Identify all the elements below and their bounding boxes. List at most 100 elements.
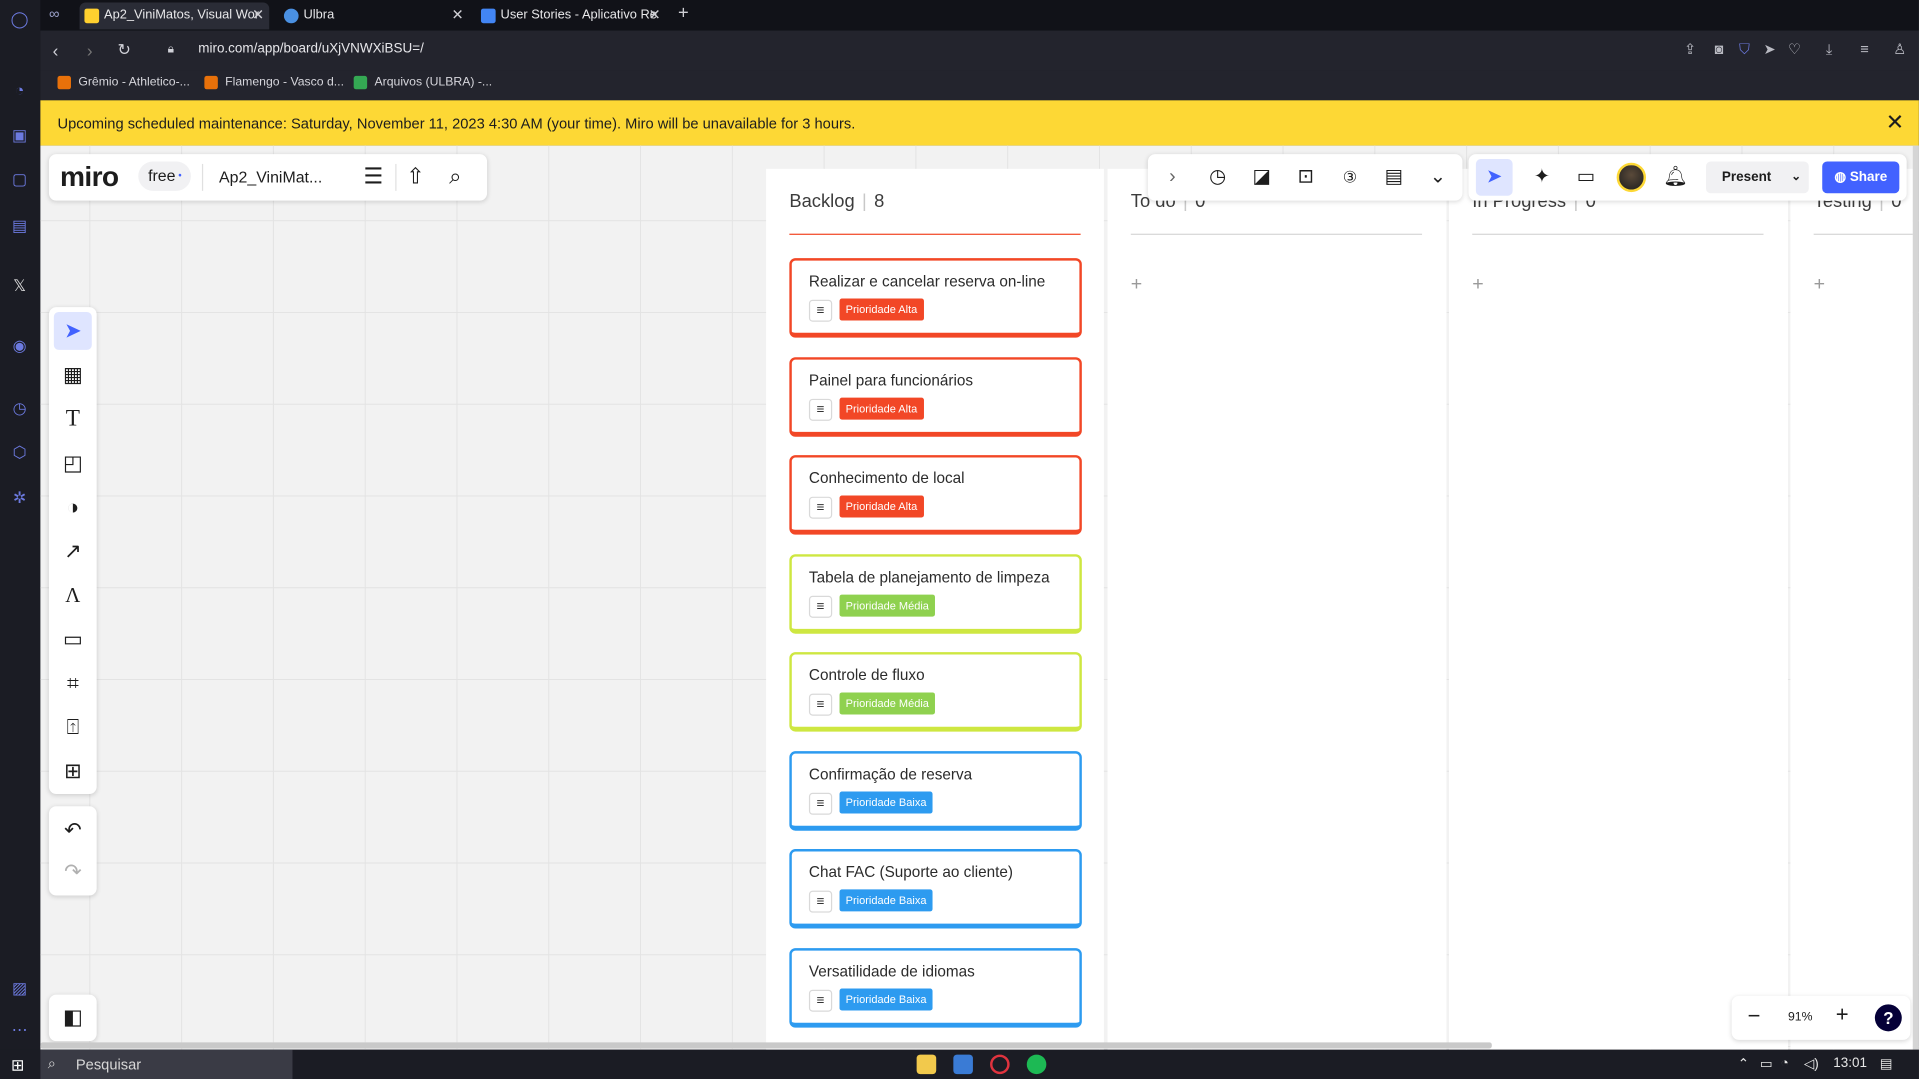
cards-icon[interactable]: ◪ [1248,164,1275,191]
sticky-note-icon[interactable]: ◰ [54,444,92,482]
notification-center-icon[interactable]: ▤ [1880,1056,1893,1072]
close-tab-icon[interactable]: ✕ [649,2,661,28]
heart-icon[interactable]: ♡ [1788,40,1801,57]
gallery-icon[interactable]: ▨ [10,979,30,999]
notifications-icon[interactable]: 🔔︎ [1662,164,1689,191]
settings-icon[interactable]: ✲ [10,488,30,508]
comment-icon[interactable]: ▭ [54,620,92,658]
twitch-icon[interactable]: ▢ [10,170,30,190]
tab-user-stories[interactable]: User Stories - Aplicativo Re ✕ [476,2,666,29]
new-tab-button[interactable]: + [678,2,689,23]
bookmark-item[interactable]: Flamengo - Vasco d... [204,75,344,92]
chevron-down-icon[interactable]: ⌄ [1791,161,1801,193]
profile-icon[interactable]: ♙ [1893,40,1906,57]
close-banner-icon[interactable]: ✕ [1886,110,1904,136]
priority-tag[interactable]: Prioridade Alta [839,495,924,518]
select-tool-icon[interactable]: ➤ [53,311,92,350]
more-apps-icon[interactable]: ⊞ [54,752,92,790]
undo-icon[interactable]: ↶ [54,811,92,849]
horizontal-scrollbar[interactable] [40,1042,1492,1049]
board-name[interactable]: Ap2_ViniMat... [219,168,322,186]
expand-icon[interactable]: › [1159,164,1186,191]
more-icon[interactable]: ⋯ [10,1020,30,1040]
export-icon[interactable]: ⇧ [406,164,424,190]
tab-menu-icon[interactable]: ∞ [49,5,59,22]
description-icon[interactable]: ≡ [808,693,833,716]
miro-logo[interactable]: miro [60,160,119,193]
player-icon[interactable]: ▤ [10,217,30,237]
redo-icon[interactable]: ↷ [54,853,92,891]
extensions-icon[interactable]: ⬡ [10,443,30,463]
close-tab-icon[interactable]: ✕ [252,2,264,28]
pen-icon[interactable]: Λ [54,576,92,614]
zoom-in-icon[interactable]: + [1836,1002,1849,1028]
chat-icon[interactable]: ▭ [1573,164,1600,191]
frames-list-icon[interactable]: ◧ [54,998,92,1036]
shield-icon[interactable]: ⛉ [1739,40,1750,58]
card[interactable]: Versatilidade de idiomas ≡ Prioridade Ba… [789,948,1082,1028]
add-card-button[interactable]: + [1131,274,1142,296]
bookmark-item[interactable]: Arquivos (ULBRA) -... [353,75,492,92]
close-tab-icon[interactable]: ✕ [452,2,464,28]
download-icon[interactable]: ⤓ [1826,40,1833,58]
taskbar-search[interactable]: ⌕ Pesquisar [40,1049,293,1079]
priority-tag[interactable]: Prioridade Baixa [839,889,933,912]
share-button[interactable]: ◍ Share [1822,161,1900,194]
x-icon[interactable]: 𝕏 [10,276,30,296]
description-icon[interactable]: ≡ [808,890,833,913]
priority-tag[interactable]: Prioridade Baixa [839,988,933,1011]
priority-tag[interactable]: Prioridade Média [839,692,936,715]
zoom-level[interactable]: 91% [1788,1011,1812,1024]
menu-icon[interactable]: ≡ [1860,40,1869,57]
description-icon[interactable]: ≡ [808,398,833,421]
card[interactable]: Conhecimento de local ≡ Prioridade Alta [789,455,1082,535]
description-icon[interactable]: ≡ [808,496,833,519]
frame-icon[interactable]: ⌗ [54,664,92,702]
card[interactable]: Chat FAC (Suporte ao cliente) ≡ Priorida… [789,849,1082,929]
card[interactable]: Tabela de planejamento de limpeza ≡ Prio… [789,554,1082,634]
cursor-icon[interactable]: ➤ [1475,159,1513,196]
url-field[interactable]: miro.com/app/board/uXjVNWXiBSU=/ [198,42,424,57]
file-explorer-icon[interactable] [916,1054,937,1075]
send-icon[interactable]: ➤ [1763,40,1775,57]
volume-icon[interactable]: ◁) [1804,1056,1819,1072]
notes-icon[interactable]: ▤ [1380,164,1407,191]
description-icon[interactable]: ≡ [808,299,833,322]
priority-tag[interactable]: Prioridade Média [839,594,936,617]
timer-icon[interactable]: ◷ [1204,164,1231,191]
tab-ulbra[interactable]: Ulbra ✕ [279,2,469,29]
upload-icon[interactable]: ⍐ [54,708,92,746]
avatar[interactable] [1616,162,1647,193]
voting-icon[interactable]: ③ [1336,164,1363,191]
bag-icon[interactable]: ▣ [10,126,30,146]
store-icon[interactable] [953,1054,973,1075]
priority-tag[interactable]: Prioridade Alta [839,298,924,321]
plan-badge[interactable]: free • [138,161,192,191]
windows-start-icon[interactable]: ⊞ [11,1056,24,1076]
more-tools-icon[interactable]: ⌄ [1425,164,1452,191]
description-icon[interactable]: ≡ [808,989,833,1012]
music-icon[interactable]: ◉ [10,336,30,356]
forward-icon[interactable]: › [87,40,93,60]
templates-icon[interactable]: ▦ [54,356,92,394]
opera-logo-icon[interactable]: ◯ [10,10,30,30]
share-page-icon[interactable]: ⇪ [1684,40,1696,57]
description-icon[interactable]: ≡ [808,595,833,618]
card[interactable]: Painel para funcionários ≡ Prioridade Al… [789,357,1082,437]
opera-icon[interactable] [990,1054,1010,1075]
clock[interactable]: 13:01 [1833,1056,1867,1071]
network-icon[interactable]: ◔ [1781,1056,1789,1071]
add-card-button[interactable]: + [1472,274,1483,296]
text-tool-icon[interactable]: T [54,400,92,438]
shapes-icon[interactable]: ◑ [54,488,92,526]
spotify-icon[interactable] [1026,1054,1047,1075]
description-icon[interactable]: ≡ [808,792,833,815]
card[interactable]: Realizar e cancelar reserva on-line ≡ Pr… [789,258,1082,338]
card[interactable]: Controle de fluxo ≡ Prioridade Média [789,652,1082,732]
back-icon[interactable]: ‹ [53,40,59,60]
vertical-scrollbar[interactable] [1912,145,1919,1050]
focus-icon[interactable]: ⊡ [1292,164,1319,191]
reload-icon[interactable]: ↻ [117,40,130,60]
card[interactable]: Confirmação de reserva ≡ Prioridade Baix… [789,751,1082,831]
zoom-out-icon[interactable]: − [1748,1003,1761,1029]
